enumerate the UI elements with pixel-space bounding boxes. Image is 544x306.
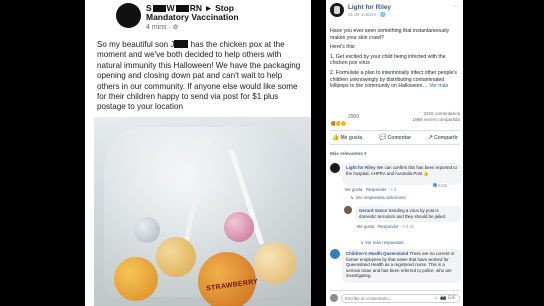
lollipop — [134, 217, 160, 243]
lollipop — [224, 212, 254, 242]
like-button[interactable]: 👍Me gusta — [332, 134, 362, 141]
commenter-name[interactable]: Children's Health Queensland — [346, 251, 408, 256]
comment-label: Comentar — [387, 135, 412, 141]
post-text-part-2: has the chicken pox at the moment and we… — [97, 40, 301, 112]
commenter-name[interactable]: Light for Riley — [346, 165, 376, 170]
post-paragraph: 1. Get excited by your child being infec… — [330, 53, 446, 67]
page-name-link[interactable]: Light for Riley — [348, 4, 391, 11]
post-body: Have you ever seen something that instan… — [330, 28, 460, 93]
see-more-link[interactable]: Ver más — [429, 83, 448, 89]
comment-like-link[interactable]: Me gusta — [345, 187, 362, 192]
post-paragraph: 2. Formulate a plan to intentionally inf… — [330, 70, 460, 90]
group-name: Mandatory Vaccination — [146, 12, 239, 22]
comment-icon: 💬 — [379, 135, 387, 141]
lollipop — [114, 257, 158, 301]
comment-meta: Me gusta · Responder · 3 d 22 — [357, 224, 414, 229]
share-button[interactable]: ↗Compartir — [428, 134, 458, 141]
redaction-bar — [175, 5, 189, 12]
thumbs-up-icon: 👍 — [332, 135, 340, 141]
sad-reaction-icon — [340, 120, 347, 127]
more-options-icon[interactable]: ··· — [452, 3, 459, 10]
comment-count[interactable]: 2315 comentarios — [423, 111, 460, 116]
comment-bubble: Gerard Vance Sending a virus by post is … — [355, 206, 461, 222]
post-paragraph: Have you ever seen something that instan… — [330, 28, 450, 41]
view-previous-replies-label: Ver respuestas anteriores — [355, 195, 406, 200]
lollipop — [156, 237, 196, 277]
share-label: Compartir — [434, 135, 458, 141]
comment-bubble: Light for Riley We can confirm this has … — [342, 163, 462, 185]
reply-arrow-icon: ↳ — [360, 240, 364, 245]
post-paragraph: Here's this: — [330, 44, 356, 51]
post-date[interactable]: 31 de octubre · 🌐 — [348, 12, 386, 18]
share-icon: ↗ — [428, 135, 434, 141]
comment-reply-link[interactable]: Responder — [366, 187, 387, 192]
post-text: So my beautiful son J has the chicken po… — [97, 40, 306, 113]
comment-reaction-count[interactable]: 22 — [409, 224, 414, 229]
view-previous-replies-link[interactable]: ↳ Ver respuestas anteriores — [350, 195, 406, 201]
lollipop-bag-photo: STRAWBERRY — [94, 117, 311, 306]
comment-reaction-count: 2345 — [438, 183, 448, 188]
reply-arrow-icon: ↳ — [350, 195, 354, 200]
comment-composer: ☺ 📷 GIF — [330, 290, 460, 303]
action-bar: 👍Me gusta 💬Comentar ↗Compartir — [330, 130, 460, 145]
post-header: Light for Riley 31 de octubre · 🌐 ··· — [326, 0, 463, 24]
commenter-avatar[interactable] — [330, 249, 340, 259]
globe-icon: · ⚙ — [168, 24, 179, 31]
comment-sort-dropdown[interactable]: Más relevantes ▾ — [330, 151, 367, 157]
composer-icons[interactable]: ☺ 📷 GIF — [434, 295, 456, 301]
commenter-avatar[interactable] — [344, 206, 352, 214]
comment-button[interactable]: 💬Comentar — [379, 134, 411, 141]
view-more-replies-link[interactable]: ↳ Ver más respuestas — [360, 240, 404, 246]
comment-reactions[interactable]: 2345 — [432, 183, 449, 188]
reaction-count[interactable]: 2900 — [348, 114, 359, 120]
share-count[interactable]: 1994 veces compartida — [413, 117, 461, 122]
comment-age[interactable]: 3 d — [390, 187, 396, 192]
facebook-post: Light for Riley 31 de octubre · 🌐 ··· Ha… — [326, 0, 463, 306]
commenter-avatar[interactable] — [330, 163, 340, 173]
like-reaction-icon — [433, 183, 437, 187]
comment-reply-link[interactable]: Responder — [378, 224, 399, 229]
comment-bubble: Children's Health Queensland There are n… — [342, 249, 462, 283]
current-user-avatar — [330, 294, 338, 302]
comment-like-link[interactable]: Me gusta — [357, 224, 374, 229]
post-time: 4 mins · ⚙ — [146, 23, 178, 31]
redaction-bar — [152, 5, 166, 12]
reaction-summary: 2900 2315 comentarios 1994 veces compart… — [330, 111, 461, 127]
post-header: S W RN ► Stop Mandatory Vaccination 4 mins… — [85, 0, 311, 34]
author-avatar-redacted — [116, 3, 141, 28]
post-text-part-1: So my beautiful son J — [97, 40, 175, 49]
commenter-name[interactable]: Gerard Vance — [359, 208, 387, 213]
lollipop — [254, 242, 296, 284]
redaction-bar — [174, 40, 189, 48]
original-post-screenshot: S W RN ► Stop Mandatory Vaccination 4 mins… — [85, 0, 311, 306]
post-time-value: 4 mins — [146, 24, 167, 31]
page-avatar[interactable] — [330, 3, 344, 17]
like-label: Me gusta — [340, 135, 363, 141]
comment-meta: Me gusta · Responder · 3 d — [345, 187, 397, 192]
view-more-replies-label: Ver más respuestas — [364, 240, 404, 245]
comment-age[interactable]: 3 d — [402, 224, 408, 229]
